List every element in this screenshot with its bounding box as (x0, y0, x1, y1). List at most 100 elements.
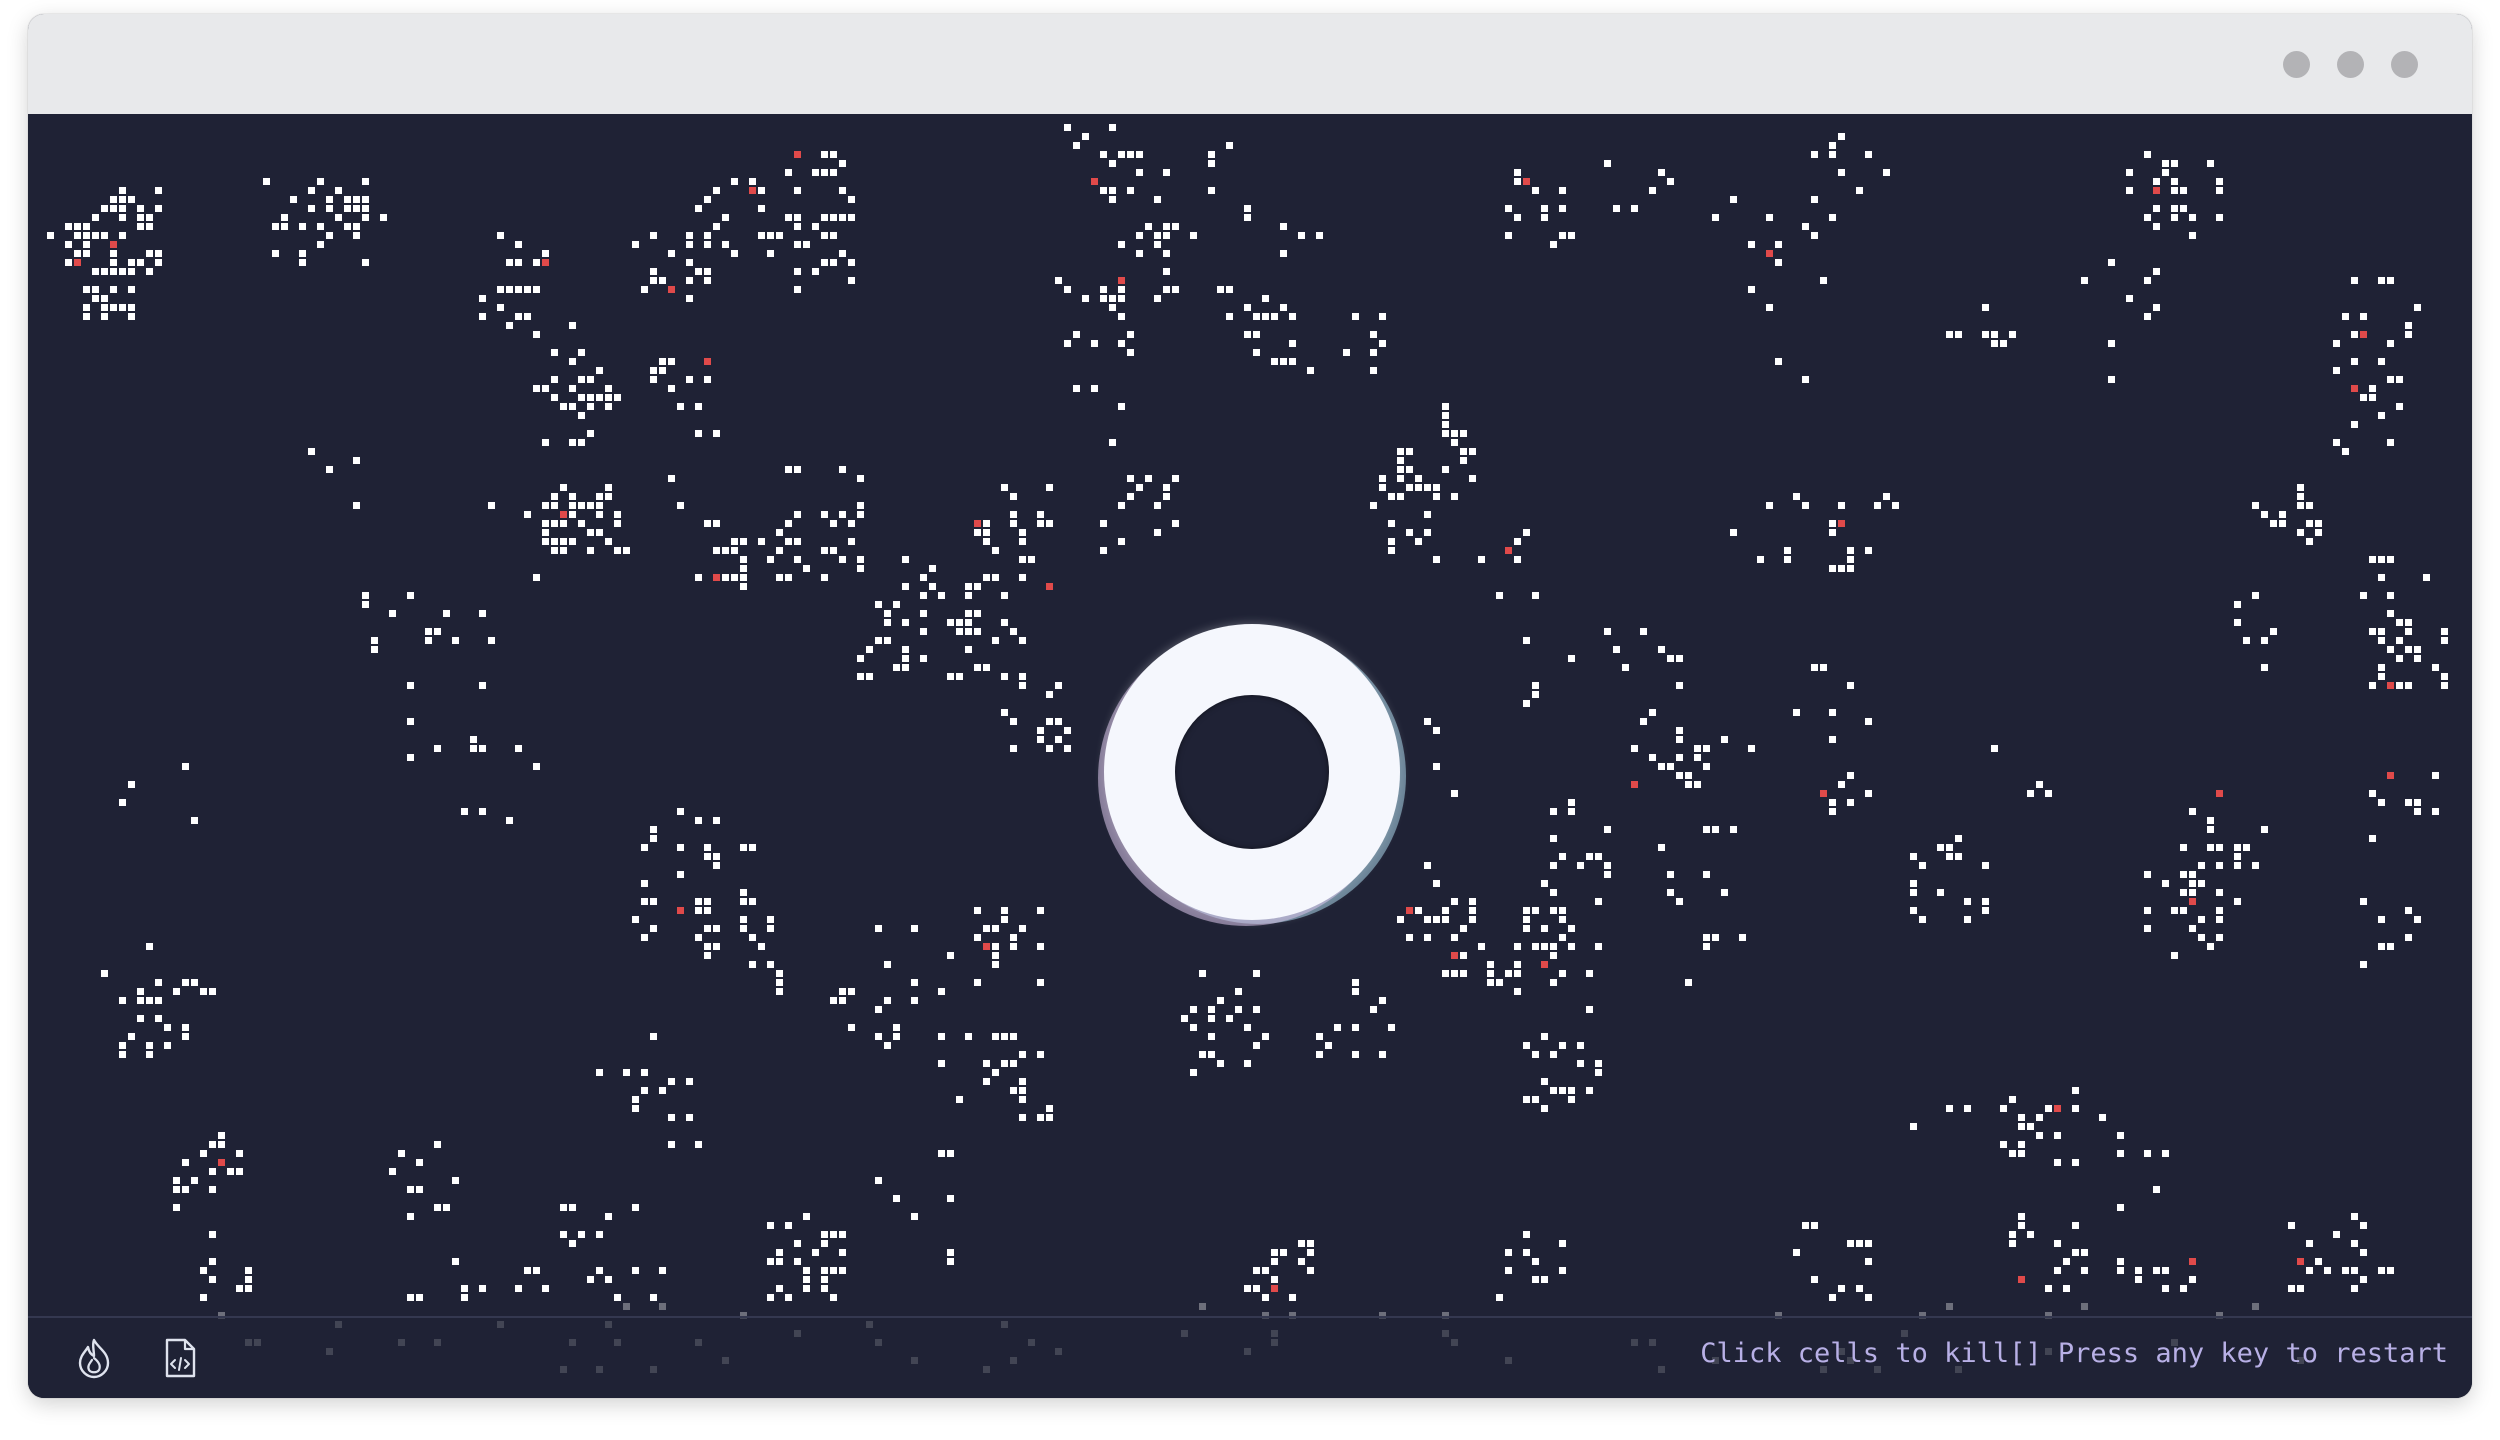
live-cell[interactable] (407, 1186, 414, 1193)
live-cell[interactable] (650, 826, 657, 833)
highlighted-cell[interactable] (542, 259, 549, 266)
live-cell[interactable] (1703, 745, 1710, 752)
live-cell[interactable] (1388, 520, 1395, 527)
live-cell[interactable] (1154, 295, 1161, 302)
live-cell[interactable] (2144, 925, 2151, 932)
live-cell[interactable] (1154, 502, 1161, 509)
live-cell[interactable] (821, 1231, 828, 1238)
live-cell[interactable] (1910, 880, 1917, 887)
live-cell[interactable] (2162, 880, 2169, 887)
live-cell[interactable] (1703, 763, 1710, 770)
live-cell[interactable] (2036, 781, 2043, 788)
live-cell[interactable] (1181, 1015, 1188, 1022)
live-cell[interactable] (767, 556, 774, 563)
live-cell[interactable] (1640, 628, 1647, 635)
live-cell[interactable] (1541, 943, 1548, 950)
live-cell[interactable] (371, 646, 378, 653)
live-cell[interactable] (641, 880, 648, 887)
live-cell[interactable] (1271, 1276, 1278, 1283)
live-cell[interactable] (2162, 1267, 2169, 1274)
live-cell[interactable] (2414, 655, 2421, 662)
live-cell[interactable] (2135, 1267, 2142, 1274)
live-cell[interactable] (1082, 133, 1089, 140)
live-cell[interactable] (1559, 1042, 1566, 1049)
live-cell[interactable] (2324, 1267, 2331, 1274)
live-cell[interactable] (380, 214, 387, 221)
live-cell[interactable] (506, 817, 513, 824)
live-cell[interactable] (1352, 979, 1359, 986)
live-cell[interactable] (344, 196, 351, 203)
live-cell[interactable] (587, 1276, 594, 1283)
live-cell[interactable] (2378, 358, 2385, 365)
live-cell[interactable] (1523, 925, 1530, 932)
live-cell[interactable] (1541, 1078, 1548, 1085)
live-cell[interactable] (1091, 385, 1098, 392)
live-cell[interactable] (245, 1276, 252, 1283)
live-cell[interactable] (335, 187, 342, 194)
live-cell[interactable] (2423, 574, 2430, 581)
live-cell[interactable] (992, 547, 999, 554)
live-cell[interactable] (1802, 502, 1809, 509)
live-cell[interactable] (155, 259, 162, 266)
live-cell[interactable] (1271, 1249, 1278, 1256)
live-cell[interactable] (1559, 1240, 1566, 1247)
live-cell[interactable] (614, 511, 621, 518)
live-cell[interactable] (1145, 223, 1152, 230)
live-cell[interactable] (776, 1249, 783, 1256)
live-cell[interactable] (1838, 133, 1845, 140)
live-cell[interactable] (1811, 1276, 1818, 1283)
live-cell[interactable] (2117, 1132, 2124, 1139)
live-cell[interactable] (1496, 592, 1503, 599)
live-cell[interactable] (1550, 808, 1557, 815)
live-cell[interactable] (1163, 232, 1170, 239)
live-cell[interactable] (1136, 484, 1143, 491)
highlighted-cell[interactable] (2360, 331, 2367, 338)
live-cell[interactable] (1838, 1285, 1845, 1292)
live-cell[interactable] (938, 1060, 945, 1067)
live-cell[interactable] (1883, 169, 1890, 176)
live-cell[interactable] (2180, 1285, 2187, 1292)
live-cell[interactable] (2189, 808, 2196, 815)
live-cell[interactable] (1604, 871, 1611, 878)
live-cell[interactable] (695, 430, 702, 437)
live-cell[interactable] (1703, 871, 1710, 878)
live-cell[interactable] (1550, 862, 1557, 869)
live-cell[interactable] (83, 223, 90, 230)
live-cell[interactable] (1388, 547, 1395, 554)
live-cell[interactable] (758, 538, 765, 545)
live-cell[interactable] (1766, 502, 1773, 509)
highlighted-cell[interactable] (668, 286, 675, 293)
live-cell[interactable] (2072, 1105, 2079, 1112)
live-cell[interactable] (1811, 664, 1818, 671)
live-cell[interactable] (1676, 682, 1683, 689)
live-cell[interactable] (326, 196, 333, 203)
live-cell[interactable] (1469, 475, 1476, 482)
live-cell[interactable] (1019, 925, 1026, 932)
live-cell[interactable] (1082, 295, 1089, 302)
live-cell[interactable] (1523, 916, 1530, 923)
live-cell[interactable] (2045, 1285, 2052, 1292)
live-cell[interactable] (983, 925, 990, 932)
live-cell[interactable] (1892, 502, 1899, 509)
live-cell[interactable] (1379, 475, 1386, 482)
live-cell[interactable] (1514, 961, 1521, 968)
live-cell[interactable] (884, 619, 891, 626)
live-cell[interactable] (866, 673, 873, 680)
live-cell[interactable] (110, 304, 117, 311)
live-cell[interactable] (560, 547, 567, 554)
live-cell[interactable] (560, 403, 567, 410)
highlighted-cell[interactable] (2387, 682, 2394, 689)
live-cell[interactable] (1847, 556, 1854, 563)
live-cell[interactable] (1037, 727, 1044, 734)
live-cell[interactable] (551, 502, 558, 509)
live-cell[interactable] (875, 637, 882, 644)
live-cell[interactable] (560, 538, 567, 545)
live-cell[interactable] (137, 223, 144, 230)
live-cell[interactable] (596, 1231, 603, 1238)
live-cell[interactable] (749, 844, 756, 851)
live-cell[interactable] (776, 574, 783, 581)
live-cell[interactable] (1676, 898, 1683, 905)
live-cell[interactable] (191, 817, 198, 824)
live-cell[interactable] (119, 187, 126, 194)
live-cell[interactable] (533, 331, 540, 338)
